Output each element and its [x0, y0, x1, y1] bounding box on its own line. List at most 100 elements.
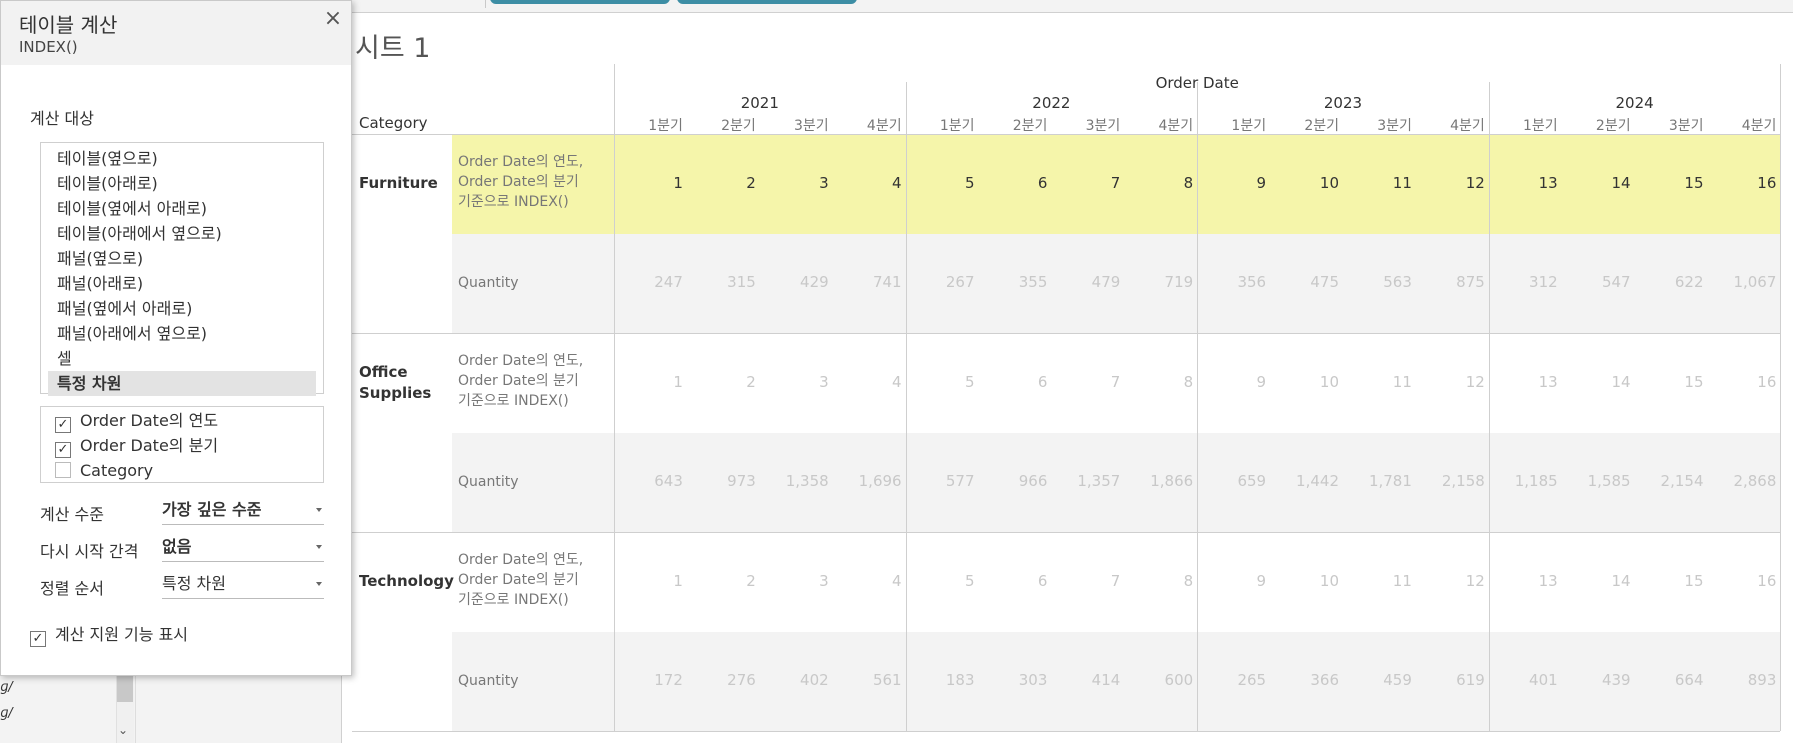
index-cell: 7	[1110, 372, 1121, 391]
compute-using-option[interactable]: 테이블(아래로)	[48, 171, 316, 196]
calculation-assistance-toggle[interactable]: ✓ 계산 지원 기능 표시	[30, 621, 188, 647]
index-cell: 10	[1319, 173, 1339, 192]
index-cell: 9	[1256, 173, 1267, 192]
index-cell: 8	[1183, 173, 1194, 192]
measure-label-line: Order Date의 연도,	[458, 552, 584, 568]
quarter-header: 2분기	[1304, 118, 1339, 134]
dimension-label: Order Date의 분기	[80, 436, 219, 455]
quantity-cell: 247	[654, 273, 683, 292]
index-cell: 11	[1392, 173, 1412, 192]
index-cell: 16	[1757, 571, 1777, 590]
quarter-header: 1분기	[648, 118, 683, 134]
close-icon[interactable]: ×	[323, 7, 343, 31]
quantity-cell: 315	[727, 273, 756, 292]
compute-using-option[interactable]: 패널(아래에서 옆으로)	[48, 321, 316, 346]
sort-label: 정렬 순서	[40, 579, 104, 598]
index-cell: 3	[819, 372, 829, 391]
compute-using-option[interactable]: 특정 차원	[48, 371, 316, 396]
index-cell: 14	[1611, 372, 1631, 391]
index-cell: 4	[892, 372, 902, 391]
compute-using-option[interactable]: 셀	[48, 346, 316, 371]
column-shelf-pill[interactable]	[677, 0, 857, 4]
scrollbar-thumb[interactable]	[117, 676, 133, 702]
quantity-cell: 973	[727, 472, 756, 491]
year-header: 2023	[1323, 94, 1363, 112]
compute-using-option[interactable]: 패널(옆에서 아래로)	[48, 296, 316, 321]
quarter-header: 3분기	[1085, 118, 1121, 134]
measure-label-line: Order Date의 연도,	[458, 353, 584, 369]
index-cell: 13	[1538, 372, 1558, 391]
index-cell: 15	[1684, 173, 1704, 192]
measure-label-line: 기준으로 INDEX()	[458, 393, 569, 409]
quantity-cell: 875	[1456, 273, 1485, 292]
quantity-cell: 719	[1164, 273, 1194, 292]
data-pane-item[interactable]: ɡ/	[0, 706, 13, 721]
quarter-header: 3분기	[1668, 118, 1704, 134]
quantity-cell: 893	[1747, 671, 1777, 690]
quarter-header: 1분기	[939, 118, 975, 134]
category-label-line: Office	[359, 362, 408, 381]
index-cell: 2	[746, 571, 756, 590]
column-shelf-pill[interactable]	[490, 0, 670, 4]
measure-label-index: Order Date의 연도, Order Date의 분기 기준으로 INDEX(…	[458, 152, 608, 212]
quarter-header: 2분기	[1012, 118, 1048, 134]
restart-select[interactable]: 없음	[162, 534, 324, 562]
index-cell: 16	[1757, 173, 1777, 192]
quantity-cell: 429	[800, 273, 829, 292]
quarter-header: 4분기	[1450, 118, 1485, 134]
quantity-cell: 276	[727, 671, 756, 690]
measure-label-line: Order Date의 분기	[458, 373, 579, 389]
quantity-cell: 475	[1310, 273, 1339, 292]
quantity-cell: 577	[945, 472, 975, 491]
pane-divider	[135, 676, 136, 743]
category-label: Technology	[359, 571, 454, 592]
index-cell: 1	[673, 571, 683, 590]
checkbox[interactable]: ✓	[30, 631, 46, 647]
dimension-option[interactable]: ✓ Order Date의 연도	[55, 409, 218, 433]
measure-label-line: 기준으로 INDEX()	[458, 194, 569, 210]
checkbox[interactable]	[55, 462, 71, 478]
quantity-cell: 414	[1091, 671, 1121, 690]
index-cell: 9	[1256, 372, 1267, 391]
quantity-cell: 183	[945, 671, 975, 690]
index-cell: 12	[1465, 372, 1485, 391]
index-cell: 5	[964, 173, 975, 192]
dimension-option[interactable]: ✓ Order Date의 분기	[55, 434, 218, 458]
restart-value: 없음	[162, 537, 192, 556]
checkbox[interactable]: ✓	[55, 417, 71, 433]
compute-using-option[interactable]: 패널(옆으로)	[48, 246, 316, 271]
quantity-cell: 366	[1310, 671, 1339, 690]
checkbox[interactable]: ✓	[55, 442, 71, 458]
measure-label-quantity: Quantity	[458, 275, 519, 292]
compute-using-option[interactable]: 테이블(옆에서 아래로)	[48, 196, 316, 221]
grid-line	[614, 64, 615, 731]
chevron-down-icon[interactable]: ⌄	[118, 723, 128, 737]
restart-label: 다시 시작 간격	[40, 542, 139, 561]
quantity-cell: 265	[1237, 671, 1267, 690]
index-cell: 15	[1684, 571, 1704, 590]
index-cell: 6	[1037, 372, 1048, 391]
index-cell: 6	[1037, 571, 1048, 590]
dimension-option[interactable]: Category	[55, 459, 153, 483]
index-cell: 13	[1538, 571, 1558, 590]
level-select[interactable]: 가장 깊은 수준	[162, 497, 324, 525]
compute-using-list[interactable]: 테이블(옆으로) 테이블(아래로) 테이블(옆에서 아래로) 테이블(아래에서 옆으로…	[40, 142, 324, 396]
sort-select[interactable]: 특정 차원	[162, 571, 324, 599]
sheet-title: 시트 1	[355, 33, 431, 64]
data-pane-item[interactable]: ɡ/	[0, 680, 13, 695]
measure-label-quantity: Quantity	[458, 474, 519, 491]
compute-using-option[interactable]: 테이블(옆으로)	[48, 146, 316, 171]
level-value: 가장 깊은 수준	[162, 500, 262, 519]
compute-using-option[interactable]: 테이블(아래에서 옆으로)	[48, 221, 316, 246]
quarter-header: 2분기	[1595, 118, 1631, 134]
index-cell: 10	[1319, 372, 1339, 391]
quantity-cell: 622	[1674, 273, 1704, 292]
grid-line	[352, 532, 1781, 533]
quantity-cell: 659	[1237, 472, 1267, 491]
index-cell: 4	[892, 571, 902, 590]
quantity-cell: 1,696	[858, 472, 902, 491]
quantity-cell: 356	[1237, 273, 1267, 292]
compute-using-option[interactable]: 패널(아래로)	[48, 271, 316, 296]
measure-label-line: Order Date의 연도,	[458, 154, 584, 170]
quantity-cell: 547	[1601, 273, 1631, 292]
